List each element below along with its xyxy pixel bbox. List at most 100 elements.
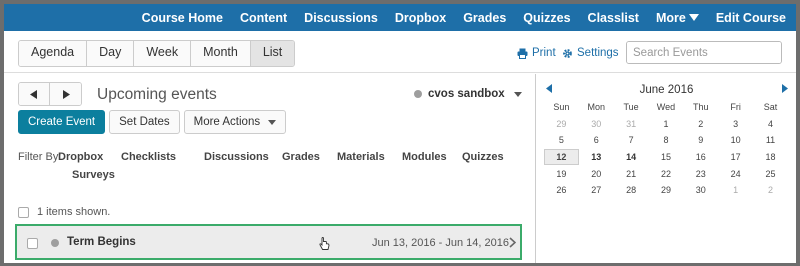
calendar-day[interactable]: 24 bbox=[718, 169, 753, 179]
nav-edit-course[interactable]: Edit Course bbox=[716, 11, 786, 25]
calendar-day[interactable]: 29 bbox=[544, 119, 579, 129]
calendar-day[interactable]: 28 bbox=[614, 185, 649, 195]
calendar-day[interactable]: 26 bbox=[544, 185, 579, 195]
chevron-down-icon bbox=[268, 119, 277, 125]
items-shown-text: 1 items shown. bbox=[37, 206, 111, 218]
calendar-day[interactable]: 16 bbox=[683, 152, 718, 162]
tab-week[interactable]: Week bbox=[134, 41, 192, 66]
select-all-checkbox[interactable] bbox=[18, 206, 29, 218]
filter-dropbox[interactable]: Dropbox bbox=[58, 151, 103, 163]
nav-dropbox[interactable]: Dropbox bbox=[395, 11, 446, 25]
arrow-right-icon bbox=[62, 89, 70, 99]
weekday-label: Sat bbox=[763, 102, 778, 113]
calendar-week-row: 19 20 21 22 23 24 25 bbox=[544, 165, 788, 182]
print-label: Print bbox=[532, 47, 556, 59]
calendar-day[interactable]: 6 bbox=[579, 135, 614, 145]
filter-grades[interactable]: Grades bbox=[282, 151, 320, 163]
gear-icon bbox=[563, 48, 572, 58]
hand-cursor-icon bbox=[319, 237, 330, 250]
mini-calendar-title: June 2016 bbox=[639, 84, 694, 96]
calendar-day[interactable]: 29 bbox=[649, 185, 684, 195]
nav-content[interactable]: Content bbox=[240, 11, 287, 25]
nav-classlist[interactable]: Classlist bbox=[588, 11, 639, 25]
calendar-day[interactable]: 21 bbox=[614, 169, 649, 179]
tab-month[interactable]: Month bbox=[191, 41, 251, 66]
tab-day[interactable]: Day bbox=[87, 41, 135, 66]
event-row[interactable]: Term Begins Jun 13, 2016 - Jun 14, 2016 bbox=[15, 224, 522, 260]
event-title[interactable]: Term Begins bbox=[67, 236, 136, 248]
more-actions-button[interactable]: More Actions bbox=[183, 110, 287, 134]
calendar-day-event[interactable]: 14 bbox=[614, 152, 649, 162]
calendar-day[interactable]: 17 bbox=[718, 152, 753, 162]
calendar-selector[interactable]: cvos sandbox bbox=[414, 88, 522, 100]
calendar-day[interactable]: 10 bbox=[718, 135, 753, 145]
top-nav: Course Home Content Discussions Dropbox … bbox=[4, 4, 796, 31]
event-checkbox[interactable] bbox=[27, 238, 38, 249]
weekday-label: Sun bbox=[553, 102, 570, 113]
calendar-day[interactable]: 30 bbox=[683, 185, 718, 195]
filter-quizzes[interactable]: Quizzes bbox=[462, 151, 504, 163]
search-input[interactable] bbox=[627, 42, 781, 63]
nav-more-menu[interactable]: More bbox=[656, 11, 699, 25]
calendar-day[interactable]: 7 bbox=[614, 135, 649, 145]
previous-button[interactable] bbox=[19, 83, 50, 105]
chevron-down-icon bbox=[688, 14, 699, 21]
tab-list[interactable]: List bbox=[250, 41, 295, 66]
set-dates-label: Set Dates bbox=[119, 116, 170, 128]
calendar-day[interactable]: 25 bbox=[753, 169, 788, 179]
calendar-day[interactable]: 19 bbox=[544, 169, 579, 179]
tab-agenda[interactable]: Agenda bbox=[19, 41, 88, 66]
calendar-day[interactable]: 23 bbox=[683, 169, 718, 179]
filter-modules[interactable]: Modules bbox=[402, 151, 447, 163]
weekday-label: Fri bbox=[730, 102, 741, 113]
calendar-day[interactable]: 9 bbox=[683, 135, 718, 145]
weekday-label: Wed bbox=[656, 102, 676, 113]
print-link[interactable]: Print bbox=[517, 47, 556, 59]
calendar-week-row: 12 13 14 15 16 17 18 bbox=[544, 149, 788, 166]
calendar-day[interactable]: 31 bbox=[614, 119, 649, 129]
filter-surveys[interactable]: Surveys bbox=[72, 169, 115, 181]
calendar-day[interactable]: 3 bbox=[718, 119, 753, 129]
page-title: Upcoming events bbox=[97, 86, 217, 103]
next-month-icon[interactable] bbox=[782, 84, 788, 93]
calendar-day[interactable]: 5 bbox=[544, 135, 579, 145]
calendar-day[interactable]: 18 bbox=[753, 152, 788, 162]
nav-quizzes[interactable]: Quizzes bbox=[523, 11, 570, 25]
calendar-day[interactable]: 22 bbox=[649, 169, 684, 179]
calendar-day-selected[interactable]: 12 bbox=[544, 149, 579, 166]
calendar-day[interactable]: 30 bbox=[579, 119, 614, 129]
set-dates-button[interactable]: Set Dates bbox=[109, 110, 180, 134]
calendar-toolbar: Agenda Day Week Month List Print Setting… bbox=[4, 31, 796, 73]
filter-checklists[interactable]: Checklists bbox=[121, 151, 176, 163]
event-dates: Jun 13, 2016 - Jun 14, 2016 bbox=[372, 237, 509, 249]
calendar-day[interactable]: 1 bbox=[649, 119, 684, 129]
calendar-day-event[interactable]: 13 bbox=[579, 152, 614, 162]
create-event-button[interactable]: Create Event bbox=[18, 110, 106, 134]
calendar-name: cvos sandbox bbox=[428, 88, 505, 100]
nav-more-label: More bbox=[655, 10, 686, 25]
nav-grades[interactable]: Grades bbox=[463, 11, 506, 25]
calendar-day[interactable]: 1 bbox=[718, 185, 753, 195]
nav-discussions[interactable]: Discussions bbox=[304, 11, 378, 25]
chevron-right-icon[interactable] bbox=[509, 237, 516, 248]
app-frame: Course Home Content Discussions Dropbox … bbox=[4, 4, 796, 263]
settings-link[interactable]: Settings bbox=[562, 47, 619, 59]
calendar-day[interactable]: 2 bbox=[683, 119, 718, 129]
next-button[interactable] bbox=[50, 83, 81, 105]
printer-icon bbox=[517, 48, 528, 59]
calendar-day[interactable]: 11 bbox=[753, 135, 788, 145]
calendar-day[interactable]: 8 bbox=[649, 135, 684, 145]
calendar-day[interactable]: 2 bbox=[753, 185, 788, 195]
more-actions-label: More Actions bbox=[193, 116, 261, 128]
filter-materials[interactable]: Materials bbox=[337, 151, 385, 163]
calendar-day[interactable]: 4 bbox=[753, 119, 788, 129]
calendar-week-row: 26 27 28 29 30 1 2 bbox=[544, 182, 788, 199]
calendar-day[interactable]: 15 bbox=[649, 152, 684, 162]
calendar-day[interactable]: 20 bbox=[579, 169, 614, 179]
nav-course-home[interactable]: Course Home bbox=[142, 11, 223, 25]
view-tabs: Agenda Day Week Month List bbox=[18, 40, 296, 67]
calendar-color-dot bbox=[414, 90, 422, 98]
filter-label: Filter By: bbox=[18, 151, 62, 163]
calendar-day[interactable]: 27 bbox=[579, 185, 614, 195]
filter-discussions[interactable]: Discussions bbox=[204, 151, 269, 163]
